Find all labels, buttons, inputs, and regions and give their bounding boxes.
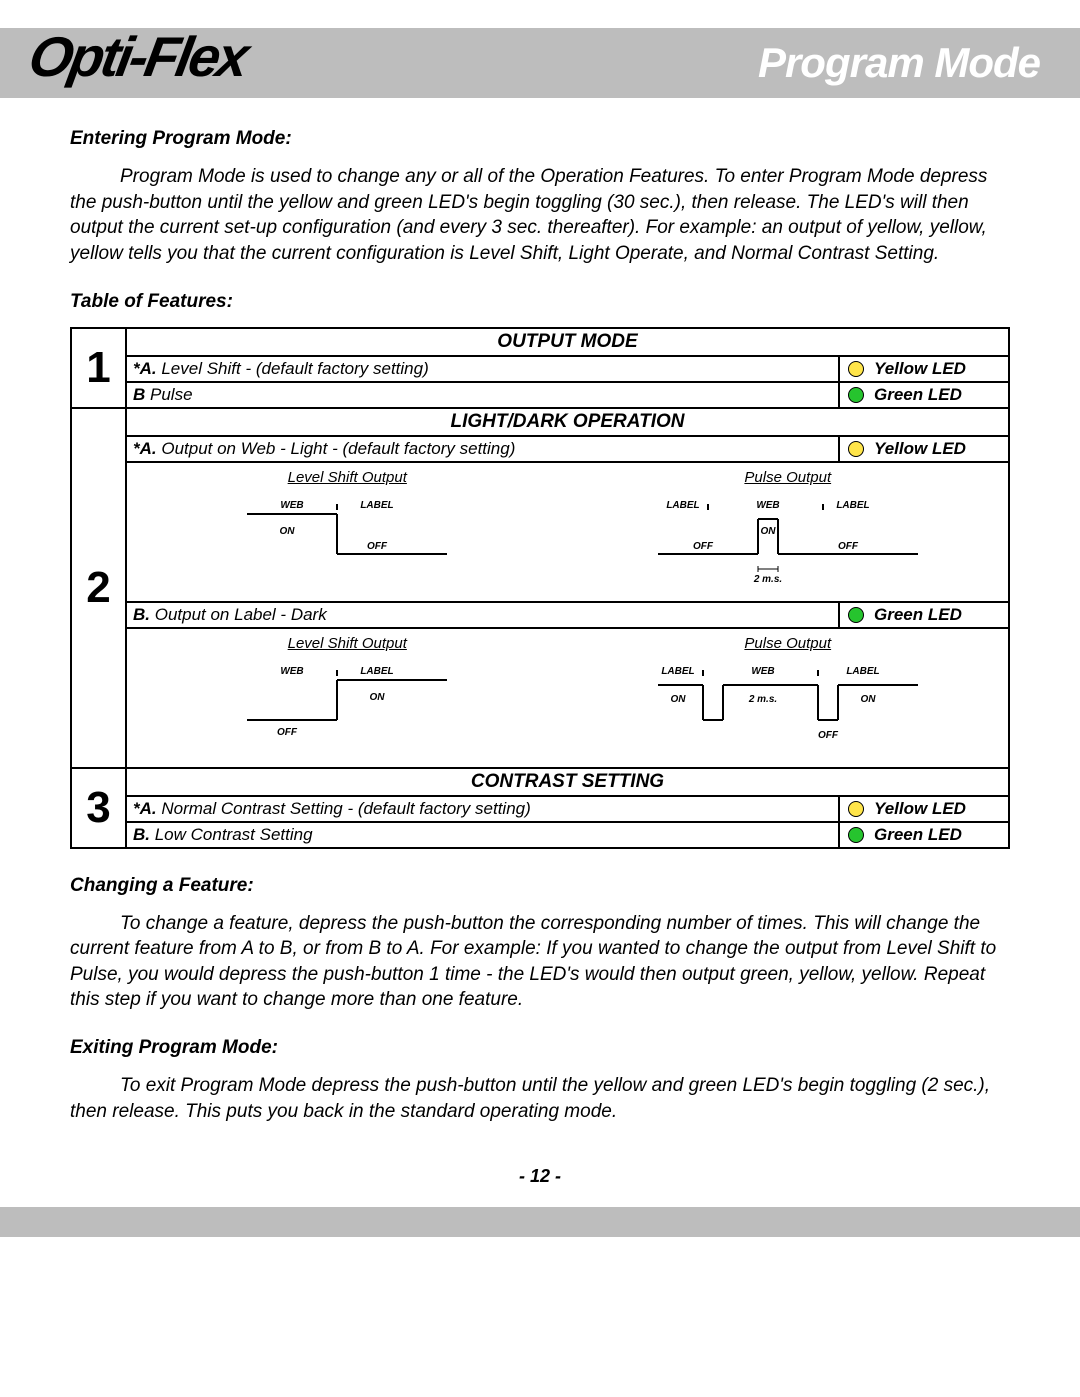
led-circle-yellow-icon: [848, 441, 864, 457]
table-row: *A. Normal Contrast Setting - (default f…: [71, 796, 1009, 822]
led-3a: Yellow LED: [839, 796, 1009, 822]
content-body: Entering Program Mode: Program Mode is u…: [0, 98, 1080, 1158]
table-row: 2 LIGHT/DARK OPERATION: [71, 408, 1009, 436]
svg-text:ON: ON: [280, 526, 296, 537]
svg-text:OFF: OFF: [838, 541, 859, 552]
header-logo: Opti-Flex: [24, 24, 251, 89]
svg-text:OFF: OFF: [693, 541, 714, 552]
para-entering: Program Mode is used to change any or al…: [70, 164, 1010, 267]
header-band: Opti-Flex Program Mode: [0, 28, 1080, 98]
diagram-pulse-a: Pulse Output LABEL WEB LABEL: [568, 463, 1009, 601]
table-row: B. Output on Label - Dark Green LED: [71, 602, 1009, 628]
svg-text:LABEL: LABEL: [361, 500, 394, 511]
led-2b: Green LED: [839, 602, 1009, 628]
option-1a: *A. Level Shift - (default factory setti…: [126, 356, 839, 382]
category-contrast: CONTRAST SETTING: [126, 768, 1009, 796]
svg-text:LABEL: LABEL: [661, 666, 694, 677]
svg-text:OFF: OFF: [367, 541, 388, 552]
diagram-row-2b: Level Shift Output WEB LABEL ON OFF: [71, 628, 1009, 768]
option-2b: B. Output on Label - Dark: [126, 602, 839, 628]
svg-text:OFF: OFF: [277, 727, 298, 738]
led-circle-yellow-icon: [848, 361, 864, 377]
diagram-pulse-b: Pulse Output: [568, 629, 1009, 767]
led-circle-green-icon: [848, 607, 864, 623]
svg-text:OFF: OFF: [818, 730, 839, 741]
waveform-icon: WEB LABEL ON OFF: [207, 660, 487, 750]
svg-text:LABEL: LABEL: [361, 666, 394, 677]
category-output-mode: OUTPUT MODE: [126, 328, 1009, 356]
svg-text:LABEL: LABEL: [666, 500, 699, 511]
diagram-level-shift-b: Level Shift Output WEB LABEL ON OFF: [127, 629, 568, 767]
feature-number-2: 2: [71, 408, 126, 768]
led-2a: Yellow LED: [839, 436, 1009, 462]
waveform-icon: LABEL WEB LABEL ON ON 2 m.s. OFF: [638, 660, 938, 760]
svg-text:ON: ON: [760, 526, 776, 537]
svg-text:ON: ON: [860, 694, 876, 705]
page-number: - 12 -: [0, 1166, 1080, 1187]
category-light-dark: LIGHT/DARK OPERATION: [126, 408, 1009, 436]
svg-text:WEB: WEB: [751, 666, 774, 677]
led-3b: Green LED: [839, 822, 1009, 848]
para-exiting: To exit Program Mode depress the push-bu…: [70, 1073, 1010, 1124]
heading-table: Table of Features:: [70, 291, 1010, 313]
waveform-icon: LABEL WEB LABEL ON OFF OFF 2 m.s.: [638, 494, 938, 589]
svg-text:2 m.s.: 2 m.s.: [753, 574, 782, 585]
diagram-row-2a: Level Shift Output WEB LABEL ON OFF: [71, 462, 1009, 602]
led-circle-green-icon: [848, 827, 864, 843]
led-circle-green-icon: [848, 387, 864, 403]
para-changing: To change a feature, depress the push-bu…: [70, 911, 1010, 1014]
page-title: Program Mode: [758, 39, 1040, 87]
svg-text:WEB: WEB: [281, 666, 304, 677]
option-1b: B Pulse: [126, 382, 839, 408]
option-3a: *A. Normal Contrast Setting - (default f…: [126, 796, 839, 822]
svg-text:LABEL: LABEL: [846, 666, 879, 677]
diagram-level-shift-a: Level Shift Output WEB LABEL ON OFF: [127, 463, 568, 601]
waveform-icon: WEB LABEL ON OFF: [207, 494, 487, 584]
feature-number-1: 1: [71, 328, 126, 408]
option-3b: B. Low Contrast Setting: [126, 822, 839, 848]
table-row: B. Low Contrast Setting Green LED: [71, 822, 1009, 848]
footer-band: [0, 1207, 1080, 1237]
feature-number-3: 3: [71, 768, 126, 848]
led-1b: Green LED: [839, 382, 1009, 408]
led-circle-yellow-icon: [848, 801, 864, 817]
svg-text:LABEL: LABEL: [836, 500, 869, 511]
heading-changing: Changing a Feature:: [70, 875, 1010, 897]
svg-text:2 m.s.: 2 m.s.: [748, 694, 777, 705]
table-row: *A. Level Shift - (default factory setti…: [71, 356, 1009, 382]
svg-text:WEB: WEB: [281, 500, 304, 511]
features-table: 1 OUTPUT MODE *A. Level Shift - (default…: [70, 327, 1010, 849]
led-1a: Yellow LED: [839, 356, 1009, 382]
svg-text:ON: ON: [670, 694, 686, 705]
svg-text:WEB: WEB: [756, 500, 779, 511]
table-row: 3 CONTRAST SETTING: [71, 768, 1009, 796]
option-2a: *A. Output on Web - Light - (default fac…: [126, 436, 839, 462]
table-row: 1 OUTPUT MODE: [71, 328, 1009, 356]
heading-exiting: Exiting Program Mode:: [70, 1037, 1010, 1059]
heading-entering: Entering Program Mode:: [70, 128, 1010, 150]
table-row: B Pulse Green LED: [71, 382, 1009, 408]
table-row: *A. Output on Web - Light - (default fac…: [71, 436, 1009, 462]
svg-text:ON: ON: [370, 692, 386, 703]
